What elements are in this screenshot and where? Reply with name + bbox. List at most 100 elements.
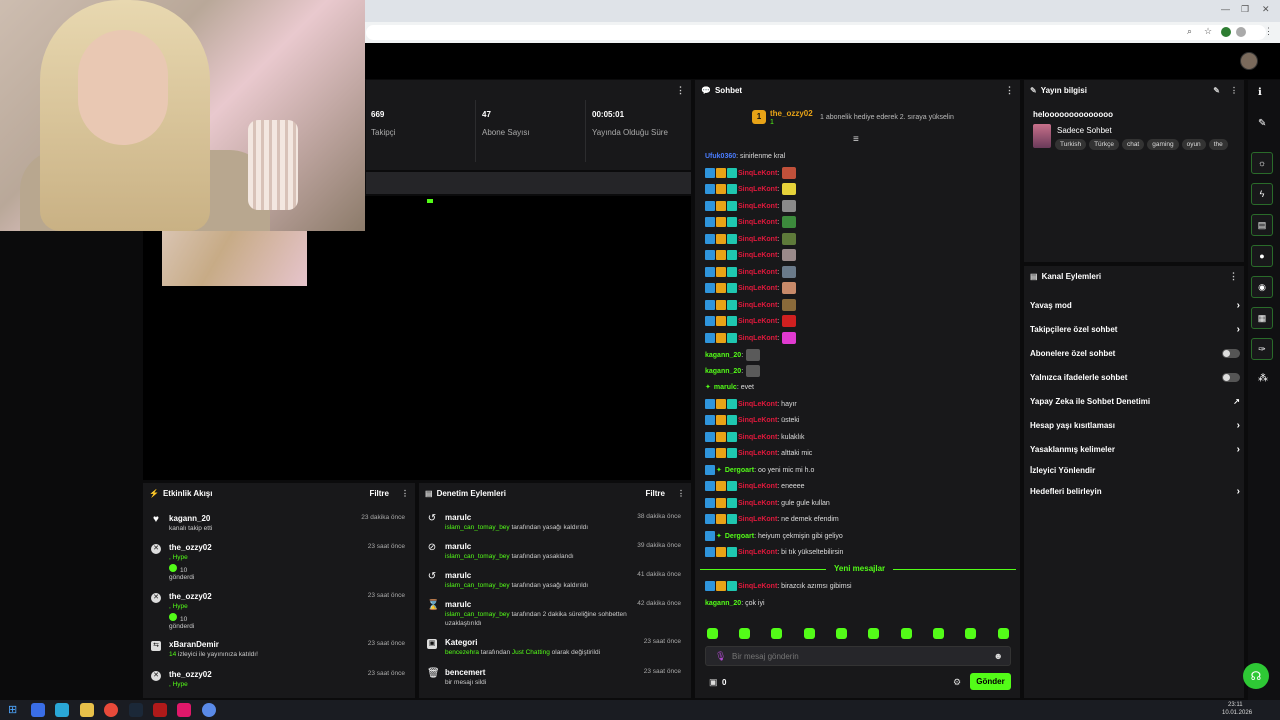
layout-icon[interactable]: ▦ — [1251, 307, 1273, 329]
chat-username[interactable]: SinqLeKont — [738, 186, 777, 193]
emote-icon[interactable] — [739, 628, 750, 639]
emote-icon[interactable] — [965, 628, 976, 639]
broadcast-icon[interactable]: ◉ — [1251, 276, 1273, 298]
wrench-icon[interactable]: ✑ — [1251, 338, 1273, 360]
followers-only-row[interactable]: Takipçilere özel sohbet › — [1030, 322, 1240, 336]
chat-menu-icon[interactable]: ⋮ — [1005, 85, 1014, 96]
chat-username[interactable]: SinqLeKont — [738, 170, 777, 177]
chat-username[interactable]: Dergoart — [725, 467, 754, 474]
category-name[interactable]: Sadece Sohbet — [1057, 126, 1112, 135]
emotes-only-toggle[interactable] — [1222, 372, 1240, 382]
taskbar-app-icon[interactable] — [153, 703, 167, 717]
avatar[interactable] — [1240, 52, 1258, 70]
chat-username[interactable]: kagann_20 — [705, 352, 741, 359]
info-icon[interactable]: ℹ — [1258, 87, 1262, 98]
steam-icon[interactable] — [129, 703, 143, 717]
chat-username[interactable]: SinqLeKont — [738, 236, 777, 243]
collapse-icon[interactable]: ≡ — [853, 134, 859, 145]
chat-username[interactable]: SinqLeKont — [738, 203, 777, 210]
clock-time[interactable]: 23:11 — [1228, 702, 1243, 708]
chat-username[interactable]: marulc — [714, 384, 737, 391]
chat-username[interactable]: kagann_20 — [705, 368, 741, 375]
banned-words-row[interactable]: Yasaklanmış kelimeler › — [1030, 442, 1240, 456]
star-icon[interactable]: ☆ — [1204, 26, 1212, 37]
minimize-icon[interactable]: — — [1221, 4, 1230, 14]
bolt-icon[interactable]: ϟ — [1251, 183, 1273, 205]
stream-info-menu-icon[interactable]: ⋮ — [1230, 86, 1238, 95]
windows-start-icon[interactable]: ⊞ — [8, 703, 17, 716]
emote-icon[interactable] — [707, 628, 718, 639]
chat-username[interactable]: SinqLeKont — [738, 483, 777, 490]
goals-row[interactable]: Hedefleri belirleyin › — [1030, 484, 1240, 498]
chat-input[interactable] — [732, 650, 982, 663]
slow-mode-row[interactable]: Yavaş mod › — [1030, 298, 1240, 312]
clock-date[interactable]: 10.01.2026 — [1222, 710, 1252, 716]
taskbar-app-icon[interactable] — [55, 703, 69, 717]
emote-icon[interactable] — [836, 628, 847, 639]
stats-menu-icon[interactable]: ⋮ — [676, 85, 685, 96]
activity-menu-icon[interactable]: ⋮ — [401, 489, 409, 498]
moderation-filter-button[interactable]: Filtre — [645, 489, 665, 498]
chat-username[interactable]: SinqLeKont — [738, 549, 777, 556]
document-icon[interactable]: ▤ — [1251, 214, 1273, 236]
pinned-user[interactable]: the_ozzy02 — [770, 109, 813, 118]
activity-filter-button[interactable]: Filtre — [369, 489, 389, 498]
emote-icon[interactable] — [998, 628, 1009, 639]
chat-text: : heiyum çekmişin gibi geliyo — [754, 532, 843, 540]
browser-menu-icon[interactable]: ⋮ — [1264, 26, 1273, 37]
send-button[interactable]: Gönder — [970, 673, 1011, 690]
emoji-icon[interactable]: ☻ — [994, 651, 1003, 661]
chat-username[interactable]: SinqLeKont — [738, 335, 777, 342]
taskbar-app-icon[interactable] — [202, 703, 216, 717]
moderation-menu-icon[interactable]: ⋮ — [677, 489, 685, 498]
emote-icon[interactable] — [901, 628, 912, 639]
channel-actions-menu-icon[interactable]: ⋮ — [1229, 271, 1238, 282]
chat-username[interactable]: SinqLeKont — [738, 285, 777, 292]
account-age-row[interactable]: Hesap yaşı kısıtlaması › — [1030, 418, 1240, 432]
chat-username[interactable]: SinqLeKont — [738, 269, 777, 276]
profile-icon[interactable] — [1236, 27, 1246, 37]
chat-bubble-icon[interactable]: ● — [1251, 245, 1273, 267]
chat-username[interactable]: SinqLeKont — [738, 434, 777, 441]
host-row[interactable]: İzleyici Yönlendir — [1030, 463, 1240, 477]
settings-icon[interactable]: ⚙ — [953, 677, 961, 688]
search-icon[interactable]: ⌕ — [1187, 26, 1192, 37]
chat-username[interactable]: SinqLeKont — [738, 252, 777, 259]
new-messages-label[interactable]: Yeni mesajlar — [826, 564, 894, 573]
support-icon[interactable]: ☊ — [1243, 663, 1269, 689]
subscriber-badge-icon — [727, 399, 737, 409]
address-bar[interactable] — [366, 25, 1266, 40]
ai-moderation-row[interactable]: Yapay Zeka ile Sohbet Denetimi ↗ — [1030, 394, 1240, 408]
emote-icon[interactable] — [804, 628, 815, 639]
chat-input-box[interactable]: 🎙 ☻ — [705, 646, 1011, 666]
chat-username[interactable]: SinqLeKont — [738, 219, 777, 226]
chat-username[interactable]: SinqLeKont — [738, 318, 777, 325]
chrome-icon[interactable] — [104, 703, 118, 717]
chat-username[interactable]: SinqLeKont — [738, 583, 777, 590]
taskbar-app-icon[interactable] — [177, 703, 191, 717]
extension-icon[interactable] — [1221, 27, 1231, 37]
mic-icon[interactable]: 🎙 — [715, 651, 726, 662]
close-icon[interactable]: ✕ — [1262, 4, 1270, 15]
chat-username[interactable]: Dergoart — [725, 533, 754, 540]
edit-icon[interactable]: ✎ — [1213, 86, 1220, 95]
taskbar-app-icon[interactable] — [31, 703, 45, 717]
bot-icon[interactable]: ☼ — [1251, 152, 1273, 174]
chat-username[interactable]: SinqLeKont — [738, 302, 777, 309]
chat-username[interactable]: SinqLeKont — [738, 417, 777, 424]
emote-icon[interactable] — [868, 628, 879, 639]
chat-username[interactable]: SinqLeKont — [738, 450, 777, 457]
apps-icon[interactable]: ⁂ — [1258, 373, 1268, 384]
chat-username[interactable]: SinqLeKont — [738, 401, 777, 408]
chat-username[interactable]: SinqLeKont — [738, 516, 777, 523]
chat-username[interactable]: SinqLeKont — [738, 500, 777, 507]
maximize-icon[interactable]: ❐ — [1241, 4, 1249, 15]
emote-icon[interactable] — [933, 628, 944, 639]
folder-icon[interactable] — [80, 703, 94, 717]
emote-icon[interactable] — [771, 628, 782, 639]
chat-username[interactable]: kagann_20 — [705, 600, 741, 607]
chat-message: SinqLeKont: — [705, 332, 797, 344]
pencil-icon[interactable]: ✎ — [1258, 118, 1266, 129]
subscribers-only-toggle[interactable] — [1222, 348, 1240, 358]
chat-username[interactable]: Ufuk0360 — [705, 153, 736, 160]
